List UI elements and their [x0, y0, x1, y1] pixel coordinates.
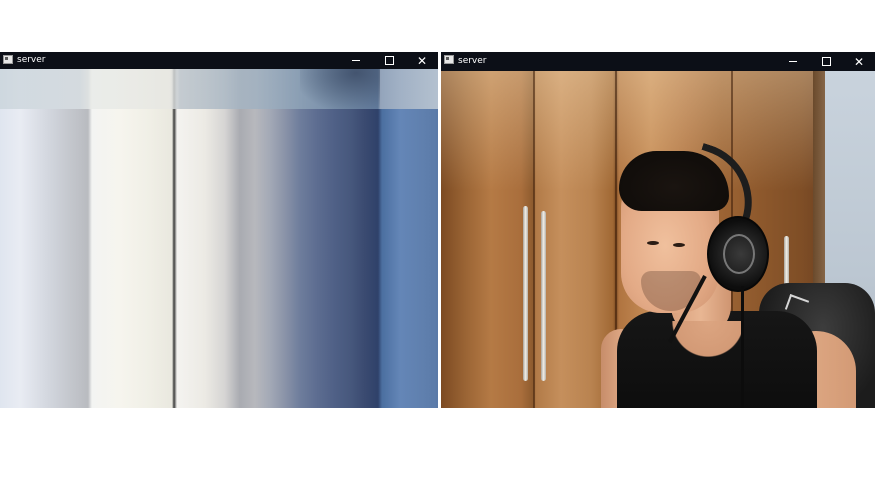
window-title: server — [17, 55, 46, 65]
frame-shadow — [300, 69, 380, 109]
eye — [673, 243, 685, 247]
corrupted-video-image — [0, 69, 438, 408]
webcam-video-frame — [441, 71, 875, 408]
close-button[interactable]: ✕ — [406, 52, 438, 69]
maximize-button[interactable] — [810, 52, 842, 71]
headset-cable — [741, 286, 744, 408]
maximize-icon — [821, 57, 831, 66]
window-title: server — [458, 56, 487, 66]
maximize-button[interactable] — [373, 52, 405, 69]
server-window-left[interactable]: server ✕ — [0, 52, 438, 408]
close-icon: ✕ — [853, 54, 865, 69]
app-icon[interactable] — [444, 55, 454, 64]
maximize-icon — [384, 56, 394, 65]
wardrobe-handle — [784, 236, 789, 286]
minimize-button[interactable] — [340, 52, 372, 69]
title-bar[interactable]: server ✕ — [0, 52, 438, 69]
wardrobe-panel-line — [533, 71, 535, 408]
wardrobe-handle — [541, 211, 546, 381]
webcam-scene — [441, 71, 875, 408]
title-bar[interactable]: server ✕ — [441, 52, 875, 71]
headset-ring — [723, 234, 755, 274]
minimize-button[interactable] — [777, 52, 809, 71]
wardrobe-handle — [523, 206, 528, 381]
video-frame — [0, 69, 438, 408]
eye — [647, 241, 659, 245]
app-icon[interactable] — [3, 55, 13, 64]
minimize-icon — [789, 61, 797, 62]
minimize-icon — [352, 60, 360, 61]
server-window-right[interactable]: server ✕ — [441, 52, 875, 408]
close-button[interactable]: ✕ — [843, 52, 875, 71]
close-icon: ✕ — [416, 53, 428, 68]
